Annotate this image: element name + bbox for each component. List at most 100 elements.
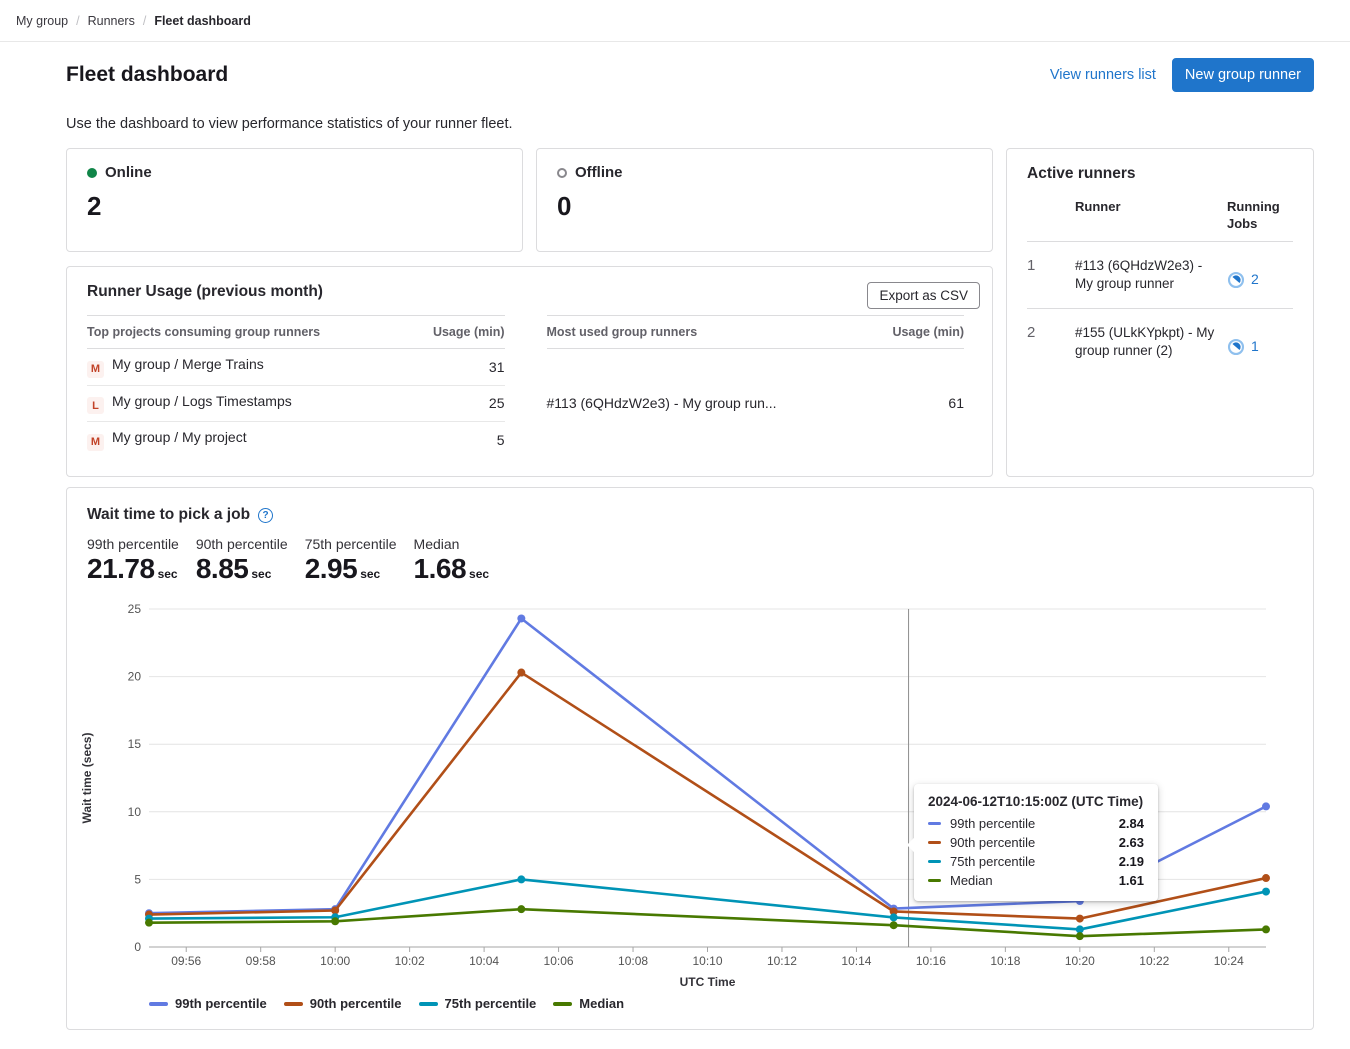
- help-icon[interactable]: ?: [258, 508, 273, 523]
- offline-count: 0: [557, 191, 972, 222]
- main-content: Fleet dashboard View runners list New gr…: [0, 58, 1350, 1030]
- svg-text:10:04: 10:04: [469, 954, 499, 968]
- page-header: Fleet dashboard View runners list New gr…: [66, 58, 1314, 92]
- table-row: 2 #155 (ULkKYpkpt) - My group runner (2)…: [1027, 309, 1293, 375]
- runner-column-header: Runner: [1075, 199, 1223, 233]
- stat-90th-percentile: 90th percentile 8.85sec: [196, 536, 288, 585]
- runner-name: #113 (6QHdzW2e3) - My group runner: [1075, 257, 1223, 293]
- svg-text:15: 15: [128, 737, 142, 751]
- legend-item-median[interactable]: Median: [553, 996, 624, 1011]
- tooltip-row: 99th percentile 2.84: [928, 816, 1144, 831]
- svg-text:10: 10: [128, 805, 142, 819]
- breadcrumb-current: Fleet dashboard: [154, 14, 251, 28]
- online-count: 2: [87, 191, 502, 222]
- project-avatar: L: [87, 397, 104, 414]
- breadcrumb-my-group[interactable]: My group: [16, 14, 68, 28]
- svg-text:25: 25: [128, 602, 142, 616]
- svg-text:Wait time (secs): Wait time (secs): [80, 733, 94, 824]
- breadcrumb-separator: /: [76, 14, 79, 28]
- chart-tooltip: 2024-06-12T10:15:00Z (UTC Time) 99th per…: [914, 784, 1158, 901]
- running-jobs-count[interactable]: 1: [1251, 338, 1259, 354]
- series-swatch-median: [928, 879, 941, 882]
- project-name: My group / Logs Timestamps: [112, 393, 292, 409]
- svg-text:09:58: 09:58: [246, 954, 276, 968]
- stat-99th-percentile: 99th percentile 21.78sec: [87, 536, 179, 585]
- running-jobs-cell: 2: [1227, 271, 1293, 293]
- top-projects-column-header: Top projects consuming group runners: [87, 316, 406, 349]
- tooltip-row: 90th percentile 2.63: [928, 835, 1144, 850]
- wait-time-title: Wait time to pick a job: [87, 506, 250, 524]
- series-swatch-90th: [928, 841, 941, 844]
- project-name: My group / My project: [112, 429, 247, 445]
- table-row: 1 #113 (6QHdzW2e3) - My group runner 2: [1027, 242, 1293, 309]
- project-avatar: M: [87, 361, 104, 378]
- offline-runners-card: Offline 0: [536, 148, 993, 252]
- svg-text:10:24: 10:24: [1214, 954, 1244, 968]
- view-runners-list-link[interactable]: View runners list: [1050, 67, 1156, 83]
- export-csv-button[interactable]: Export as CSV: [867, 282, 980, 309]
- wait-time-stats: 99th percentile 21.78sec 90th percentile…: [87, 536, 1313, 585]
- runner-rank: 2: [1027, 324, 1071, 360]
- runner-name: #155 (ULkKYpkpt) - My group runner (2): [1075, 324, 1223, 360]
- usage-min-column-header: Usage (min): [406, 316, 504, 349]
- wait-time-title-row: Wait time to pick a job ?: [67, 488, 1313, 524]
- running-jobs-count[interactable]: 2: [1251, 271, 1259, 287]
- legend-item-99th[interactable]: 99th percentile: [149, 996, 267, 1011]
- svg-text:10:18: 10:18: [990, 954, 1020, 968]
- active-runners-title: Active runners: [1027, 165, 1293, 183]
- legend-swatch-median: [553, 1002, 572, 1006]
- svg-text:10:10: 10:10: [692, 954, 722, 968]
- runner-rank: 1: [1027, 257, 1071, 293]
- svg-text:10:16: 10:16: [916, 954, 946, 968]
- series-swatch-99th: [928, 822, 941, 825]
- svg-text:10:12: 10:12: [767, 954, 797, 968]
- svg-text:10:06: 10:06: [544, 954, 574, 968]
- table-row: MMy group / My project 5: [87, 422, 505, 458]
- svg-text:09:56: 09:56: [171, 954, 201, 968]
- svg-text:UTC Time: UTC Time: [680, 975, 736, 989]
- active-runners-table: Runner Running Jobs 1 #113 (6QHdzW2e3) -…: [1027, 199, 1293, 376]
- header-actions: View runners list New group runner: [1050, 58, 1314, 92]
- chart-legend: 99th percentile 90th percentile 75th per…: [149, 996, 624, 1011]
- project-name: My group / Merge Trains: [112, 356, 264, 372]
- tooltip-title: 2024-06-12T10:15:00Z (UTC Time): [928, 794, 1144, 809]
- running-jobs-column-header: Running Jobs: [1227, 199, 1293, 233]
- legend-swatch-99th: [149, 1002, 168, 1006]
- offline-label-row: Offline: [557, 164, 972, 181]
- online-runners-card: Online 2: [66, 148, 523, 252]
- runner-usage-card: Runner Usage (previous month) Export as …: [66, 266, 993, 477]
- usage-tables: Top projects consuming group runners Usa…: [87, 315, 964, 458]
- online-status-icon: [87, 168, 97, 178]
- runner-name: #113 (6QHdzW2e3) - My group run...: [547, 349, 865, 458]
- dashboard-cards: Online 2 Offline 0 Active runners Runner: [66, 148, 1314, 477]
- svg-text:5: 5: [134, 872, 141, 886]
- project-usage: 31: [406, 349, 504, 386]
- svg-text:0: 0: [134, 940, 141, 954]
- table-row: LMy group / Logs Timestamps 25: [87, 385, 505, 422]
- breadcrumb: My group / Runners / Fleet dashboard: [0, 0, 1350, 42]
- svg-text:10:20: 10:20: [1065, 954, 1095, 968]
- legend-swatch-90th: [284, 1002, 303, 1006]
- stat-median: Median 1.68sec: [414, 536, 490, 585]
- offline-status-icon: [557, 168, 567, 178]
- most-used-runners-table: Most used group runners Usage (min) #113…: [547, 315, 965, 458]
- legend-item-90th[interactable]: 90th percentile: [284, 996, 402, 1011]
- runner-usage-title: Runner Usage (previous month): [87, 283, 964, 301]
- running-status-icon: [1227, 338, 1245, 356]
- stat-75th-percentile: 75th percentile 2.95sec: [305, 536, 397, 585]
- most-used-column-header: Most used group runners: [547, 316, 865, 349]
- series-swatch-75th: [928, 860, 941, 863]
- breadcrumb-separator: /: [143, 14, 146, 28]
- offline-label: Offline: [575, 164, 623, 181]
- legend-item-75th[interactable]: 75th percentile: [419, 996, 537, 1011]
- svg-text:20: 20: [128, 670, 142, 684]
- online-label: Online: [105, 164, 152, 181]
- top-projects-table: Top projects consuming group runners Usa…: [87, 315, 505, 458]
- project-usage: 5: [406, 422, 504, 458]
- online-label-row: Online: [87, 164, 502, 181]
- breadcrumb-runners[interactable]: Runners: [88, 14, 135, 28]
- page-title: Fleet dashboard: [66, 63, 228, 87]
- new-group-runner-button[interactable]: New group runner: [1172, 58, 1314, 92]
- usage-min-column-header: Usage (min): [865, 316, 964, 349]
- index-column-header: [1027, 199, 1071, 233]
